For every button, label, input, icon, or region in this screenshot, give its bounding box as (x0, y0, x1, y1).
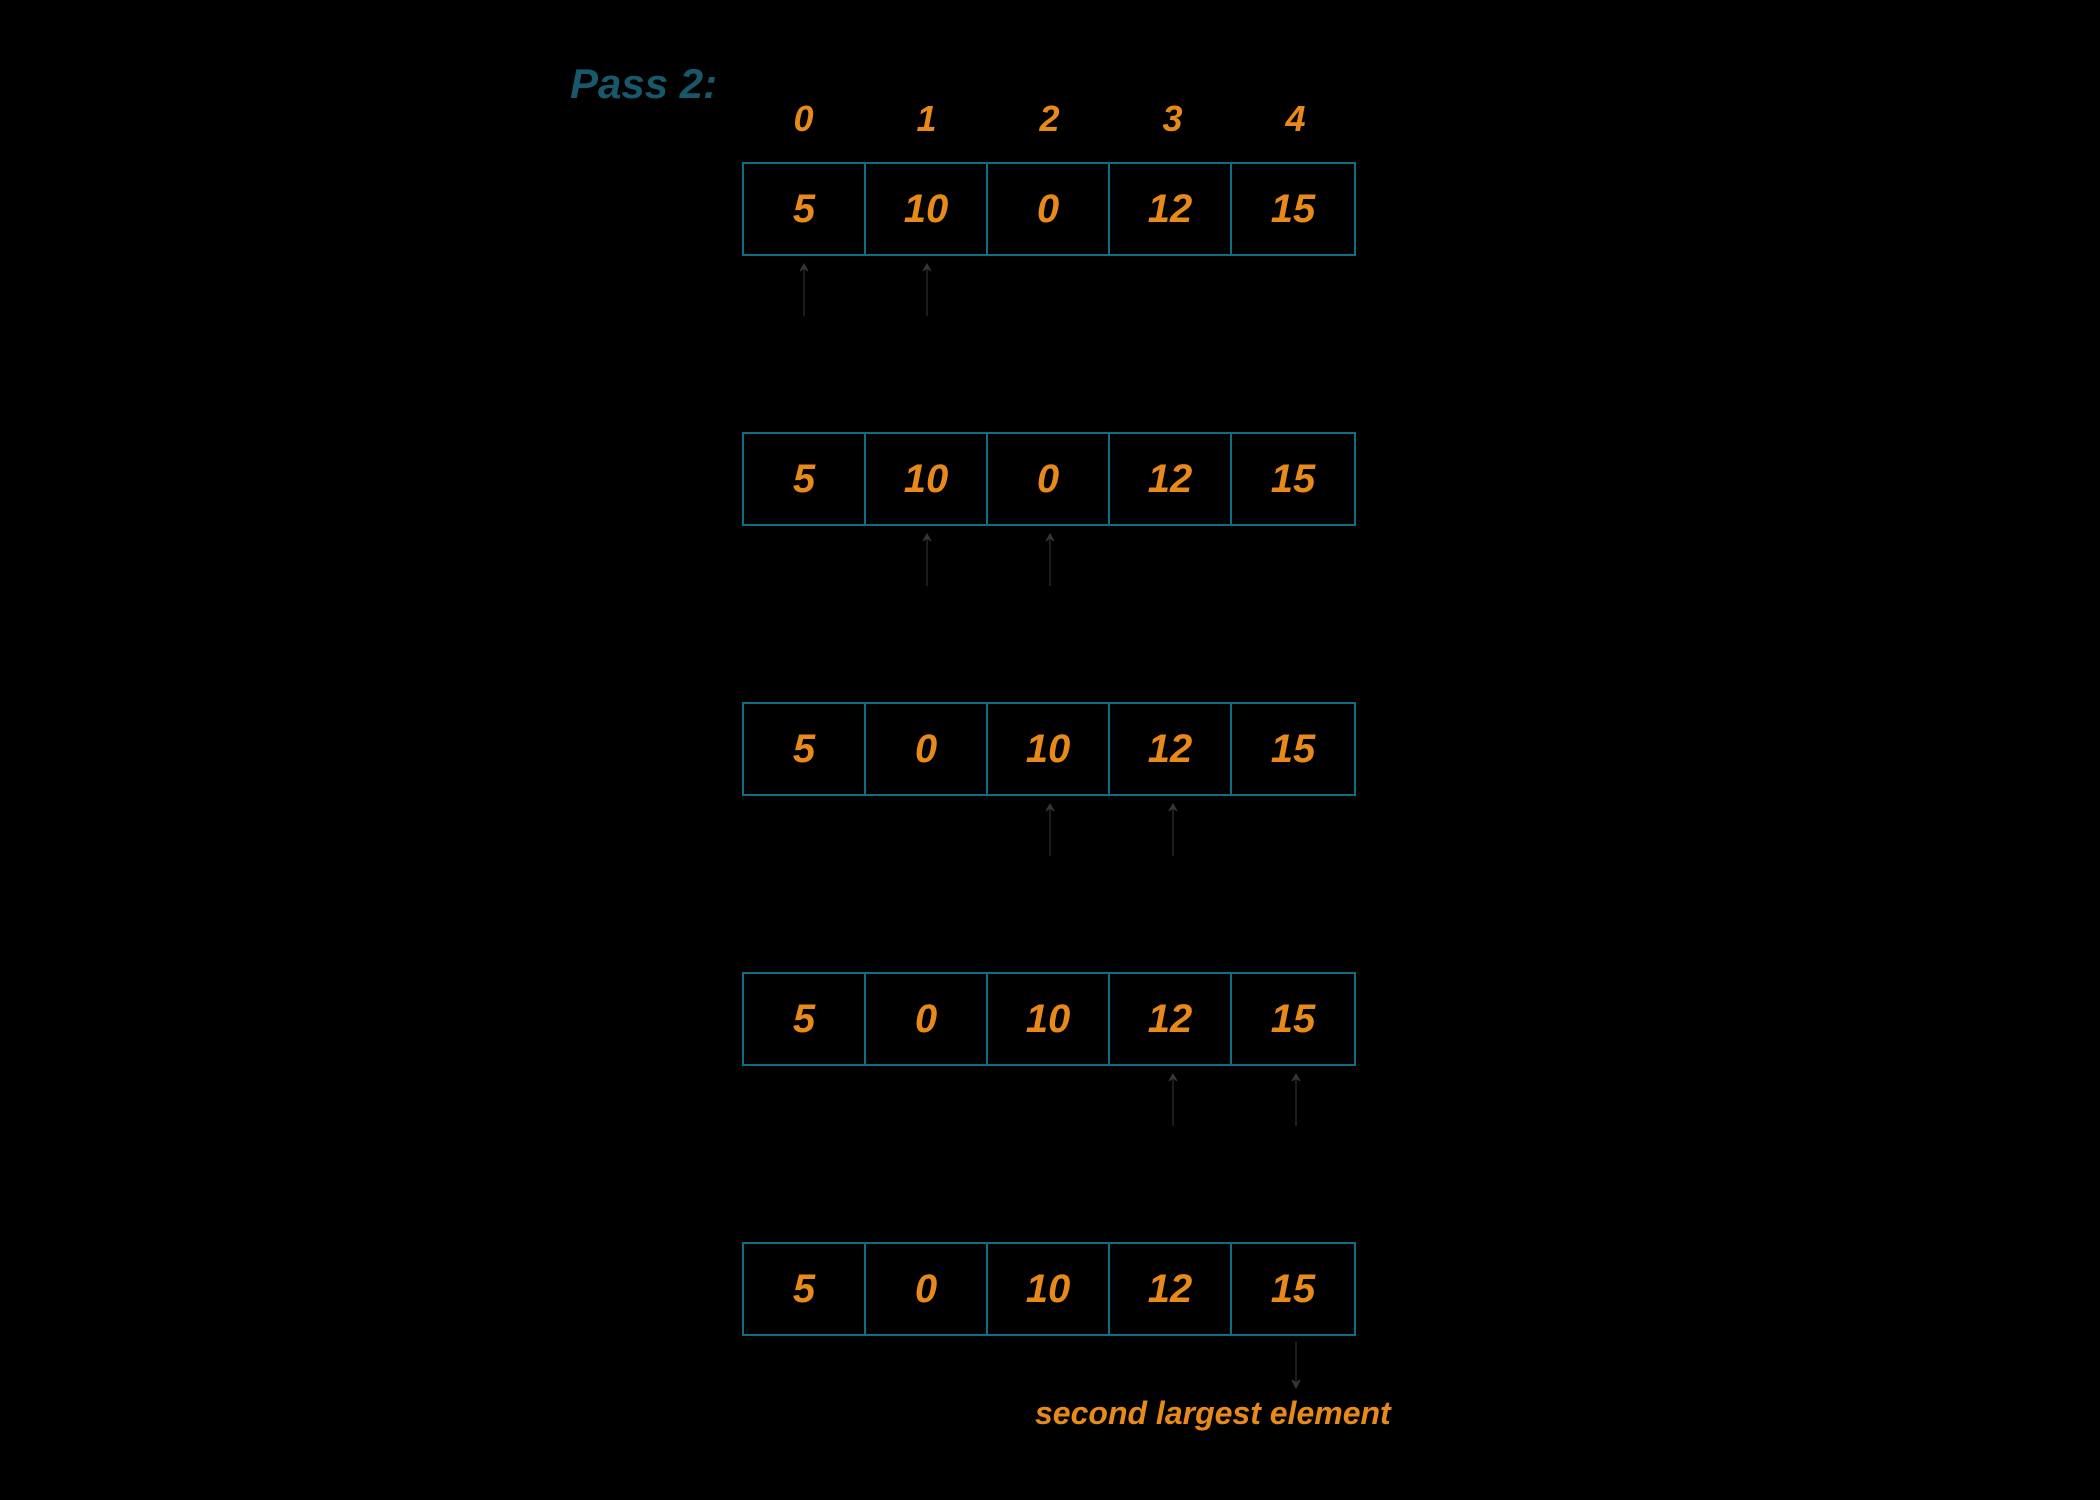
array-row: 5 0 10 12 15 (742, 1242, 1356, 1336)
array-cell: 15 (1232, 434, 1354, 524)
arrow-down-icon (1289, 1340, 1303, 1390)
array-cell: 0 (866, 704, 988, 794)
array-cell: 10 (988, 974, 1110, 1064)
annotation-second-largest: second largest element (1035, 1395, 1391, 1432)
index-label: 1 (865, 98, 988, 140)
array-cell: 10 (866, 164, 988, 254)
pass-title: Pass 2: (570, 60, 717, 108)
array-cell: 15 (1232, 1244, 1354, 1334)
array-cell: 12 (1110, 434, 1232, 524)
array-cell: 5 (744, 1244, 866, 1334)
compare-arrows (742, 528, 1357, 588)
array-cell: 5 (744, 704, 866, 794)
arrow-up-icon (797, 258, 811, 318)
arrow-up-icon (1289, 1068, 1303, 1128)
array-row: 5 0 10 12 15 (742, 972, 1356, 1066)
array-cell: 15 (1232, 164, 1354, 254)
index-row: 0 1 2 3 4 (742, 98, 1357, 140)
array-cell: 12 (1110, 974, 1232, 1064)
array-cell: 5 (744, 434, 866, 524)
arrow-up-icon (1166, 1068, 1180, 1128)
array-cell: 5 (744, 164, 866, 254)
array-cell: 10 (988, 1244, 1110, 1334)
array-cell: 12 (1110, 704, 1232, 794)
array-cell: 10 (866, 434, 988, 524)
array-cell: 0 (866, 1244, 988, 1334)
index-label: 3 (1111, 98, 1234, 140)
array-cell: 12 (1110, 164, 1232, 254)
index-label: 4 (1234, 98, 1357, 140)
array-cell: 5 (744, 974, 866, 1064)
arrow-up-icon (920, 258, 934, 318)
array-row: 5 0 10 12 15 (742, 702, 1356, 796)
array-cell: 10 (988, 704, 1110, 794)
index-label: 0 (742, 98, 865, 140)
compare-arrows (742, 258, 1357, 318)
array-row: 5 10 0 12 15 (742, 162, 1356, 256)
array-cell: 0 (988, 164, 1110, 254)
array-cell: 0 (866, 974, 988, 1064)
arrow-up-icon (1043, 528, 1057, 588)
array-cell: 15 (1232, 974, 1354, 1064)
array-cell: 0 (988, 434, 1110, 524)
array-cell: 15 (1232, 704, 1354, 794)
arrow-up-icon (1166, 798, 1180, 858)
arrow-up-icon (1043, 798, 1057, 858)
compare-arrows (742, 798, 1357, 858)
arrow-up-icon (920, 528, 934, 588)
index-label: 2 (988, 98, 1111, 140)
compare-arrows (742, 1068, 1357, 1128)
array-cell: 12 (1110, 1244, 1232, 1334)
array-row: 5 10 0 12 15 (742, 432, 1356, 526)
